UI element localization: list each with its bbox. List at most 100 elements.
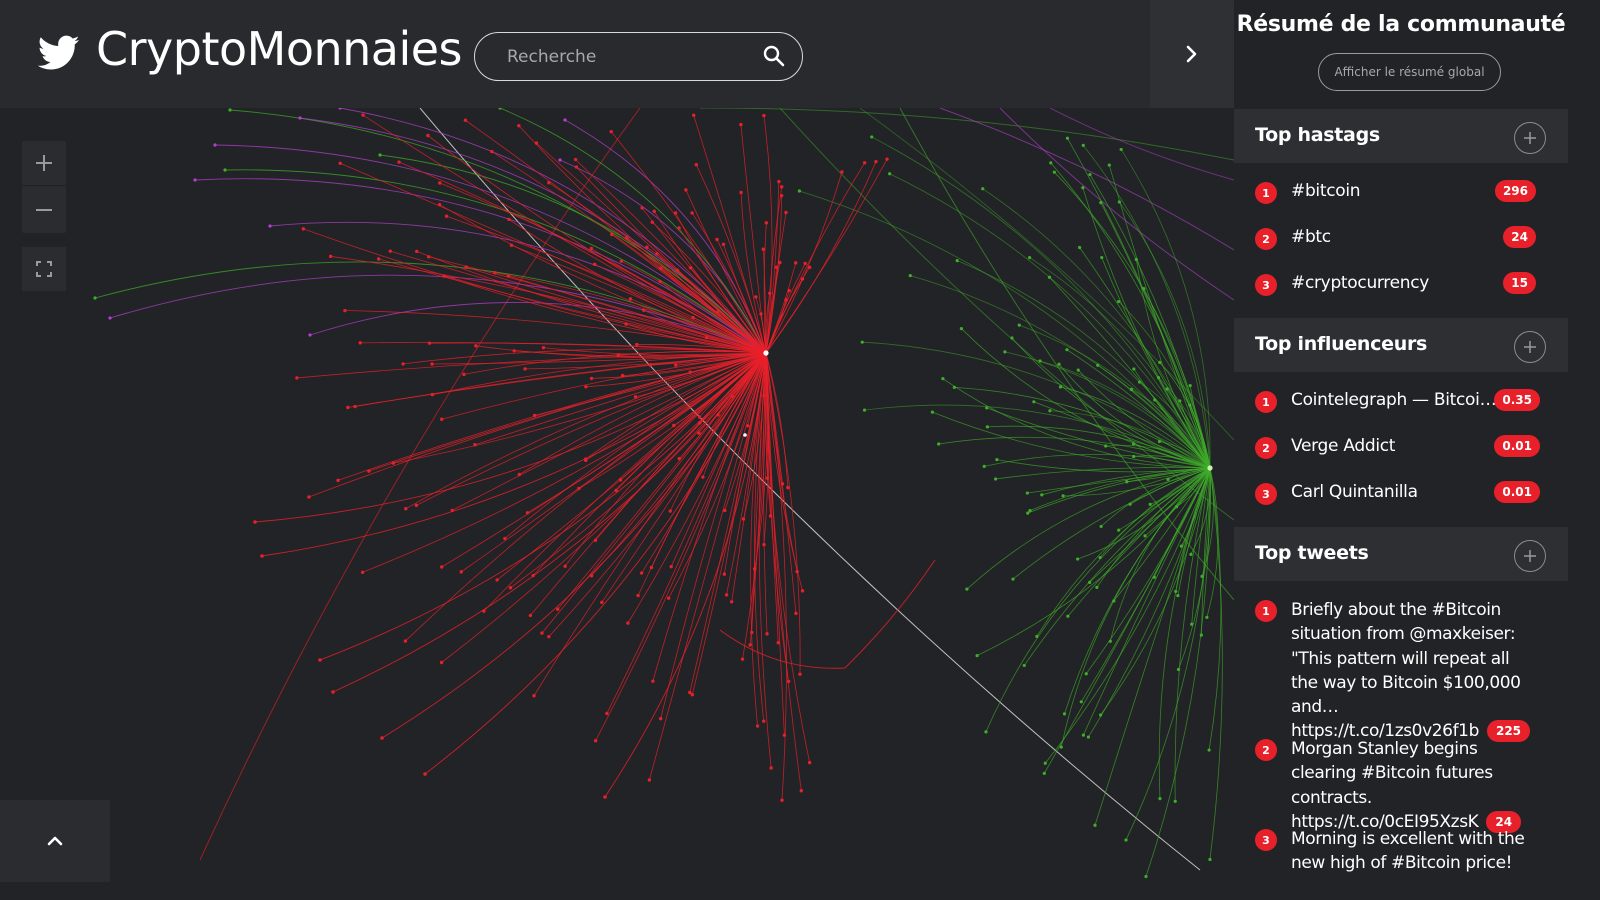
graph-node[interactable] [541, 345, 546, 350]
graph-node[interactable] [547, 634, 551, 639]
graph-node[interactable] [739, 122, 743, 127]
graph-node[interactable] [1117, 200, 1121, 204]
graph-node[interactable] [959, 326, 964, 331]
zoom-out-button[interactable] [22, 187, 66, 232]
graph-node[interactable] [754, 295, 758, 299]
graph-node[interactable] [755, 724, 760, 728]
graph-node[interactable] [1088, 580, 1092, 584]
graph-node[interactable] [1189, 552, 1193, 556]
graph-node[interactable] [474, 344, 478, 348]
graph-node[interactable] [1119, 147, 1123, 152]
graph-node[interactable] [605, 711, 609, 716]
graph-node[interactable] [463, 118, 468, 122]
graph-node[interactable] [260, 554, 264, 558]
graph-node[interactable] [253, 520, 257, 524]
graph-node[interactable] [777, 179, 781, 184]
graph-node[interactable] [1158, 796, 1162, 801]
graph-node[interactable] [1061, 494, 1065, 498]
graph-node[interactable] [659, 266, 663, 270]
graph-node[interactable] [426, 255, 431, 259]
graph-node[interactable] [318, 658, 322, 662]
graph-node[interactable] [1144, 874, 1148, 879]
graph-node[interactable] [1081, 186, 1085, 190]
graph-node[interactable] [437, 202, 442, 207]
graph-node[interactable] [1075, 557, 1080, 561]
graph-node[interactable] [743, 433, 747, 437]
graph-node[interactable] [358, 341, 362, 345]
graph-node[interactable] [1032, 400, 1036, 404]
graph-node[interactable] [1107, 163, 1111, 167]
graph-node[interactable] [403, 639, 408, 643]
graph-node[interactable] [1079, 700, 1083, 704]
graph-node[interactable] [589, 376, 594, 381]
graph-node[interactable] [677, 226, 681, 230]
graph-node[interactable] [716, 413, 720, 417]
zoom-in-button[interactable] [22, 141, 66, 186]
graph-node[interactable] [1011, 577, 1015, 581]
global-summary-button[interactable]: Afficher le résumé global [1318, 53, 1501, 91]
graph-node[interactable] [741, 517, 746, 521]
graph-node[interactable] [459, 570, 463, 574]
graph-canvas[interactable] [0, 108, 1234, 882]
graph-node[interactable] [376, 257, 381, 261]
graph-node[interactable] [1003, 350, 1007, 354]
network-graph[interactable] [0, 108, 1234, 882]
graph-node[interactable] [722, 572, 727, 576]
graph-node[interactable] [750, 630, 754, 635]
graph-node[interactable] [308, 333, 312, 337]
expand-hashtags-button[interactable] [1514, 122, 1546, 154]
graph-node[interactable] [1207, 748, 1211, 752]
graph-node[interactable] [1132, 367, 1136, 371]
graph-node[interactable] [860, 340, 864, 344]
graph-node[interactable] [658, 716, 663, 721]
graph-node[interactable] [745, 424, 750, 428]
graph-node[interactable] [674, 363, 678, 367]
graph-node[interactable] [981, 187, 985, 191]
graph-node[interactable] [423, 772, 427, 776]
graph-node[interactable] [941, 377, 945, 381]
graph-node[interactable] [888, 172, 892, 176]
graph-node[interactable] [1049, 161, 1053, 165]
graph-node[interactable] [937, 442, 941, 446]
graph-node[interactable] [1176, 594, 1180, 598]
graph-node[interactable] [800, 589, 805, 593]
graph-node[interactable] [1205, 615, 1209, 619]
graph-node[interactable] [438, 181, 442, 185]
graph-node[interactable] [633, 395, 638, 399]
graph-node[interactable] [759, 312, 763, 316]
graph-node[interactable] [761, 247, 765, 251]
graph-node[interactable] [994, 477, 998, 481]
graph-node[interactable] [763, 350, 769, 356]
graph-node[interactable] [1066, 614, 1070, 618]
graph-node[interactable] [338, 108, 342, 110]
graph-node[interactable] [534, 141, 539, 145]
graph-node[interactable] [1158, 360, 1162, 364]
graph-node[interactable] [874, 159, 878, 164]
graph-node[interactable] [1179, 544, 1184, 548]
graph-node[interactable] [651, 679, 655, 683]
graph-node[interactable] [1174, 505, 1179, 509]
graph-node[interactable] [563, 118, 567, 122]
graph-node[interactable] [799, 789, 804, 793]
graph-node[interactable] [1129, 387, 1134, 392]
graph-node[interactable] [740, 657, 745, 661]
graph-node[interactable] [404, 506, 408, 511]
graph-node[interactable] [908, 273, 912, 278]
graph-node[interactable] [1199, 633, 1203, 637]
graph-node[interactable] [721, 242, 726, 247]
graph-node[interactable] [1048, 409, 1052, 413]
graph-node[interactable] [558, 158, 562, 162]
graph-node[interactable] [1081, 143, 1085, 148]
graph-node[interactable] [328, 254, 333, 259]
graph-node[interactable] [619, 259, 624, 263]
graph-node[interactable] [1173, 799, 1177, 803]
graph-node[interactable] [1188, 384, 1192, 388]
graph-node[interactable] [1117, 528, 1121, 532]
graph-node[interactable] [298, 116, 302, 120]
graph-node[interactable] [414, 503, 419, 508]
graph-node[interactable] [697, 415, 702, 419]
graph-node[interactable] [603, 795, 607, 799]
graph-node[interactable] [380, 736, 384, 740]
search-box[interactable] [474, 32, 803, 81]
graph-node[interactable] [361, 113, 365, 117]
